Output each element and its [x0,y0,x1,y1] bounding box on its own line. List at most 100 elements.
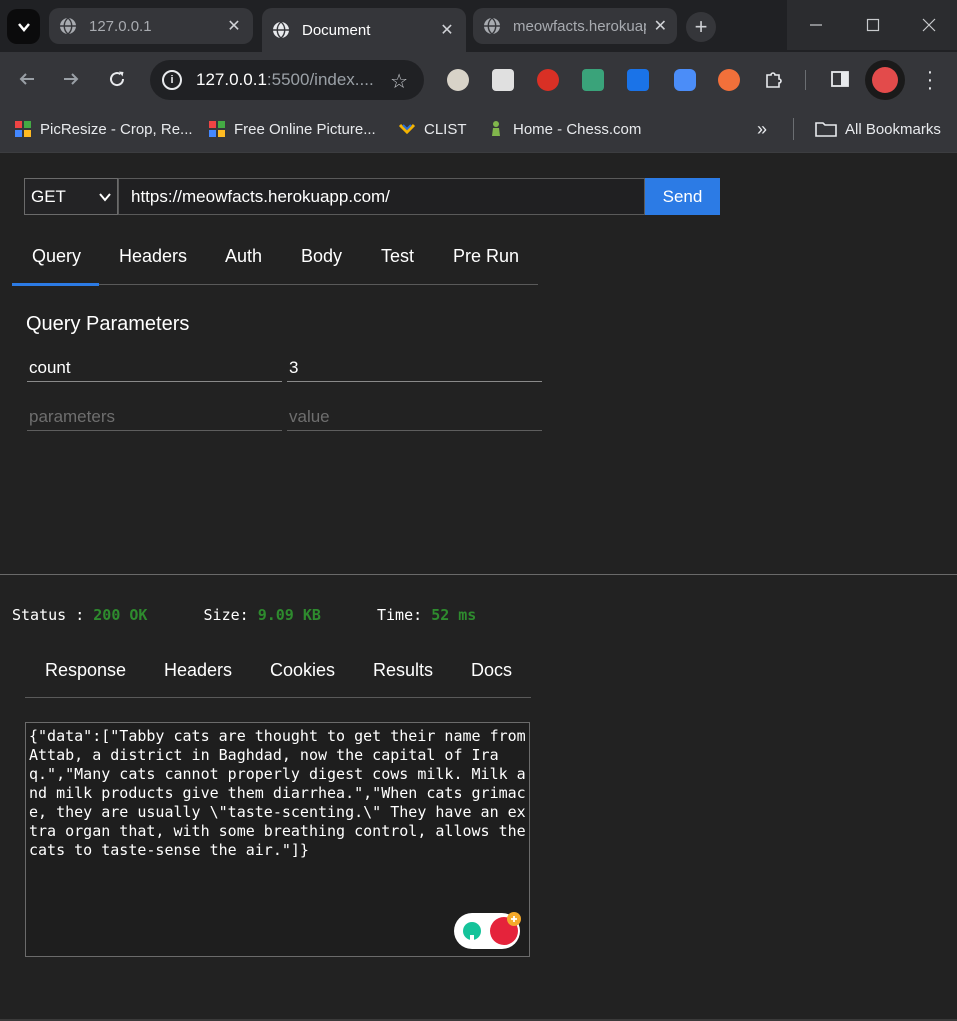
param-key-input[interactable]: count [27,352,282,382]
close-icon[interactable]: ✕ [654,17,667,35]
response-status-bar: Status : 200 OK Size: 9.09 KB Time: 52 m… [12,606,476,624]
tab-cookies[interactable]: Cookies [270,660,335,681]
tab-test[interactable]: Test [381,246,414,267]
method-value: GET [31,186,66,206]
request-tabs: Query Headers Auth Body Test Pre Run [12,235,538,286]
tab-docs[interactable]: Docs [471,660,512,681]
tab-title: Document [302,21,371,39]
address-bar[interactable]: i 127.0.0.1:5500/index.... ☆ [150,60,424,100]
tab-pre-run[interactable]: Pre Run [453,246,519,267]
url-host: 127.0.0.1 [196,70,267,89]
bookmark-label: Free Online Picture... [234,120,376,138]
close-icon[interactable]: ✕ [438,21,456,39]
panel-divider[interactable] [0,574,957,575]
size-label: Size: [203,606,249,624]
param-value-placeholder[interactable]: value [287,401,542,431]
time-value: 52 ms [431,606,477,624]
active-tab-indicator [12,283,99,286]
forward-button[interactable] [59,67,83,91]
folder-icon [815,122,837,137]
bookmark-free-online-picture[interactable]: Free Online Picture... [208,118,376,140]
all-bookmarks-button[interactable]: All Bookmarks [815,118,941,140]
toolbar-separator [805,70,806,90]
tab-title: meowfacts.herokuapp.com [513,17,646,35]
browser-menu-icon[interactable]: · · · [922,62,938,98]
site-info-icon[interactable]: i [162,70,182,90]
profile-avatar[interactable] [865,60,905,100]
chevron-down-icon [17,22,30,32]
chevron-down-icon [99,192,111,202]
url-input[interactable]: https://meowfacts.herokuapp.com/ [118,178,645,215]
tab-search-button[interactable] [7,9,40,44]
tab-body[interactable]: Body [301,246,342,267]
send-button[interactable]: Send [645,178,720,215]
extension-cinema-icon[interactable] [492,69,514,91]
globe-icon [60,17,76,35]
extension-calendar-icon[interactable] [582,69,604,91]
status-label: Status : [12,606,85,624]
arrow-right-icon [64,73,79,85]
query-parameters-title: Query Parameters [26,313,190,335]
picresize-icon [15,121,31,137]
bookmark-star-icon[interactable]: ☆ [390,69,408,94]
extensions-button[interactable] [762,67,786,91]
method-select[interactable]: GET [24,178,118,215]
status-value: 200 OK [93,606,148,624]
extension-target-icon[interactable] [718,69,740,91]
reload-button[interactable] [105,67,129,91]
bookmarks-bar: PicResize - Crop, Re... Free Online Pict… [0,107,957,153]
tab-response[interactable]: Response [45,660,126,681]
bookmark-label: All Bookmarks [845,120,941,138]
size-value: 9.09 KB [257,606,321,624]
bookmark-label: PicResize - Crop, Re... [40,120,193,138]
side-panel-button[interactable] [828,67,852,91]
extension-pen-icon[interactable] [674,69,696,91]
globe-icon [273,21,289,39]
tab-meowfacts[interactable]: meowfacts.herokuapp.com ✕ [473,8,677,44]
picture-editor-icon [209,121,225,137]
bookmarks-overflow-button[interactable]: » [757,118,767,140]
bookmark-clist[interactable]: CLIST [398,118,467,140]
bookmark-chess[interactable]: Home - Chess.com [487,118,641,140]
bookmark-label: CLIST [424,120,467,138]
minimize-button[interactable] [787,0,844,50]
tab-response-headers[interactable]: Headers [164,660,232,681]
arrow-left-icon [19,73,34,85]
bookmark-label: Home - Chess.com [513,120,642,138]
close-icon [922,18,936,32]
close-icon[interactable]: ✕ [225,17,243,35]
avatar-image [872,67,898,93]
maximize-button[interactable] [844,0,901,50]
bookmarks-separator [793,118,794,140]
maximize-icon [866,18,879,32]
puzzle-icon [766,72,782,88]
tab-headers[interactable]: Headers [119,246,187,267]
browser-toolbar: i 127.0.0.1:5500/index.... ☆ · · · [0,52,957,107]
new-tab-button[interactable]: + [686,12,716,42]
url-path: :5500/index.... [266,70,374,89]
tab-localhost[interactable]: 127.0.0.1 ✕ [49,8,253,44]
extension-adblock-icon[interactable] [537,69,559,91]
globe-icon [484,17,500,35]
api-client-app: GET https://meowfacts.herokuapp.com/ Sen… [0,153,957,1021]
tab-document[interactable]: Document ✕ [262,8,466,52]
side-panel-icon [831,71,849,87]
tab-auth[interactable]: Auth [225,246,262,267]
extension-trello-icon[interactable] [627,69,649,91]
tab-query[interactable]: Query [32,246,81,267]
minimize-icon [809,24,822,26]
reload-icon [110,71,125,87]
close-window-button[interactable] [901,0,957,50]
response-tabs: Response Headers Cookies Results Docs [25,650,531,698]
chess-pawn-icon [492,121,500,136]
param-key-placeholder[interactable]: parameters [27,401,282,431]
time-label: Time: [377,606,423,624]
clist-icon [398,123,416,135]
param-value-input[interactable]: 3 [287,352,542,382]
tab-results[interactable]: Results [373,660,433,681]
bookmark-picresize[interactable]: PicResize - Crop, Re... [14,118,193,140]
tab-title: 127.0.0.1 [89,17,152,35]
grammarly-icon[interactable] [454,911,526,949]
back-button[interactable] [15,67,39,91]
extension-glasses-icon[interactable] [447,69,469,91]
